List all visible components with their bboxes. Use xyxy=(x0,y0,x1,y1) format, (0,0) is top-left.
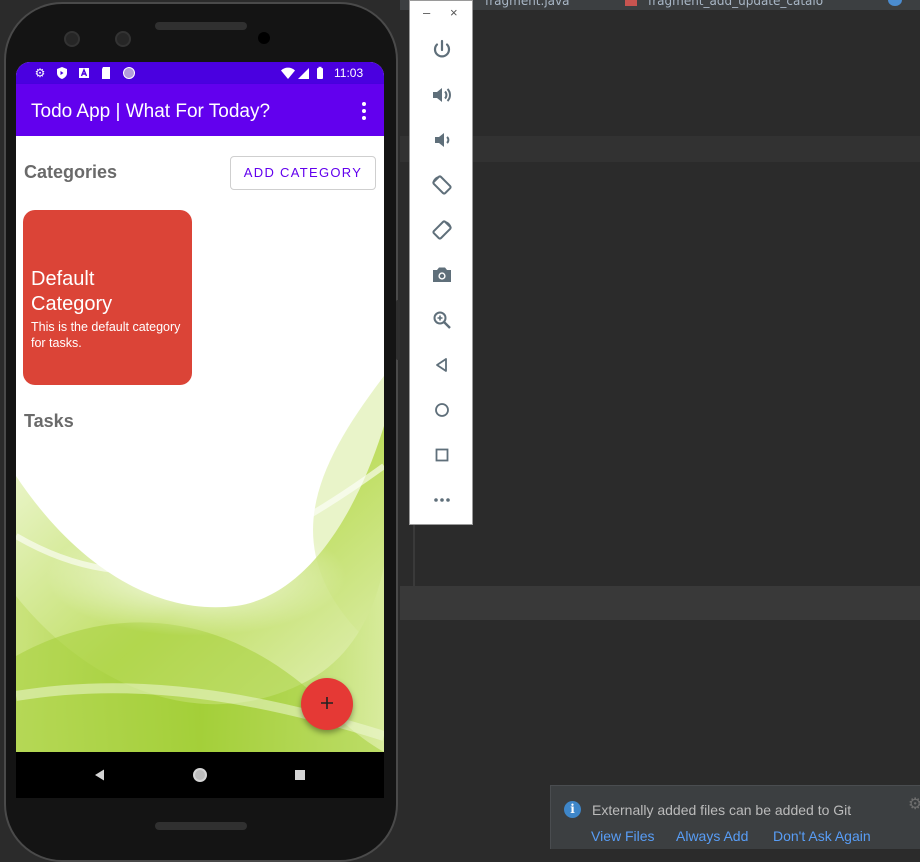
circle-icon xyxy=(121,65,137,81)
phone-top-speaker xyxy=(155,22,247,30)
tasks-heading: Tasks xyxy=(24,411,74,431)
volume-down-icon[interactable] xyxy=(430,128,454,152)
add-task-fab[interactable] xyxy=(301,678,353,730)
ide-tab-bar: fragment.java fragment_add_update_catalo xyxy=(400,0,920,10)
ide-tab-layout[interactable]: fragment_add_update_catalo xyxy=(648,0,823,8)
categories-heading: Categories xyxy=(24,162,118,182)
category-title: Default Category xyxy=(31,268,113,315)
back-icon[interactable] xyxy=(430,353,454,377)
shield-icon xyxy=(54,65,70,81)
info-icon: i xyxy=(564,801,581,818)
ide-highlight-line xyxy=(400,136,920,162)
rotate-left-icon[interactable] xyxy=(430,173,454,197)
zoom-icon[interactable] xyxy=(430,308,454,332)
view-files-link[interactable]: View Files xyxy=(591,828,655,844)
battery-icon xyxy=(312,65,328,81)
nav-overview-icon[interactable] xyxy=(290,765,310,785)
front-camera-icon xyxy=(64,31,80,47)
a-icon xyxy=(76,65,92,81)
camera-icon[interactable] xyxy=(430,263,454,287)
app-title: Todo App | What For Today? xyxy=(31,101,271,122)
dont-ask-again-link[interactable]: Don't Ask Again xyxy=(773,828,871,844)
overflow-dot xyxy=(362,102,366,106)
phone-bottom-speaker xyxy=(155,822,247,830)
overview-icon[interactable] xyxy=(430,443,454,467)
phone-screen: ⚙ 11:03 Todo App | What For Today? Categ… xyxy=(16,62,384,798)
plus-icon xyxy=(321,697,333,709)
phone-side-button xyxy=(396,300,400,360)
xml-file-icon xyxy=(625,0,637,6)
minimize-button[interactable]: – xyxy=(423,5,430,20)
emulator-phone: ⚙ 11:03 Todo App | What For Today? Categ… xyxy=(0,0,402,862)
gear-icon[interactable]: ⚙ xyxy=(908,794,920,814)
rotate-right-icon[interactable] xyxy=(430,218,454,242)
ide-tab-fragment[interactable]: fragment.java xyxy=(485,0,569,8)
volume-up-icon[interactable] xyxy=(430,83,454,107)
status-time: 11:03 xyxy=(334,66,364,80)
more-icon[interactable] xyxy=(430,488,454,512)
navigation-bar xyxy=(16,752,384,798)
ide-editor-area: fragment.java fragment_add_update_catalo xyxy=(400,0,920,848)
ide-panel-strip xyxy=(400,586,920,620)
add-category-button[interactable]: ADD CATEGORY xyxy=(230,156,376,190)
emulator-toolbar: – × xyxy=(409,0,473,525)
category-card[interactable]: Default Category This is the default cat… xyxy=(23,210,192,385)
close-button[interactable]: × xyxy=(450,5,458,20)
always-add-link[interactable]: Always Add xyxy=(676,828,748,844)
home-icon[interactable] xyxy=(430,398,454,422)
notification-message: Externally added files can be added to G… xyxy=(592,802,852,818)
ide-tab-status-icon xyxy=(888,0,902,6)
category-description: This is the default category for tasks. xyxy=(31,320,181,350)
status-bar: ⚙ 11:03 xyxy=(16,62,384,84)
git-notification: i Externally added files can be added to… xyxy=(550,785,920,849)
overflow-menu-button[interactable] xyxy=(354,100,374,122)
app-bar: Todo App | What For Today? xyxy=(16,84,384,136)
overflow-dot xyxy=(362,116,366,120)
nav-home-icon[interactable] xyxy=(190,765,210,785)
front-camera-icon xyxy=(115,31,131,47)
wifi-icon xyxy=(280,65,296,81)
signal-icon xyxy=(296,65,312,81)
power-icon[interactable] xyxy=(430,38,454,62)
overflow-dot xyxy=(362,109,366,113)
settings-icon: ⚙ xyxy=(34,66,46,80)
nav-back-icon[interactable] xyxy=(90,765,110,785)
proximity-sensor xyxy=(258,32,270,44)
sd-card-icon xyxy=(98,65,114,81)
